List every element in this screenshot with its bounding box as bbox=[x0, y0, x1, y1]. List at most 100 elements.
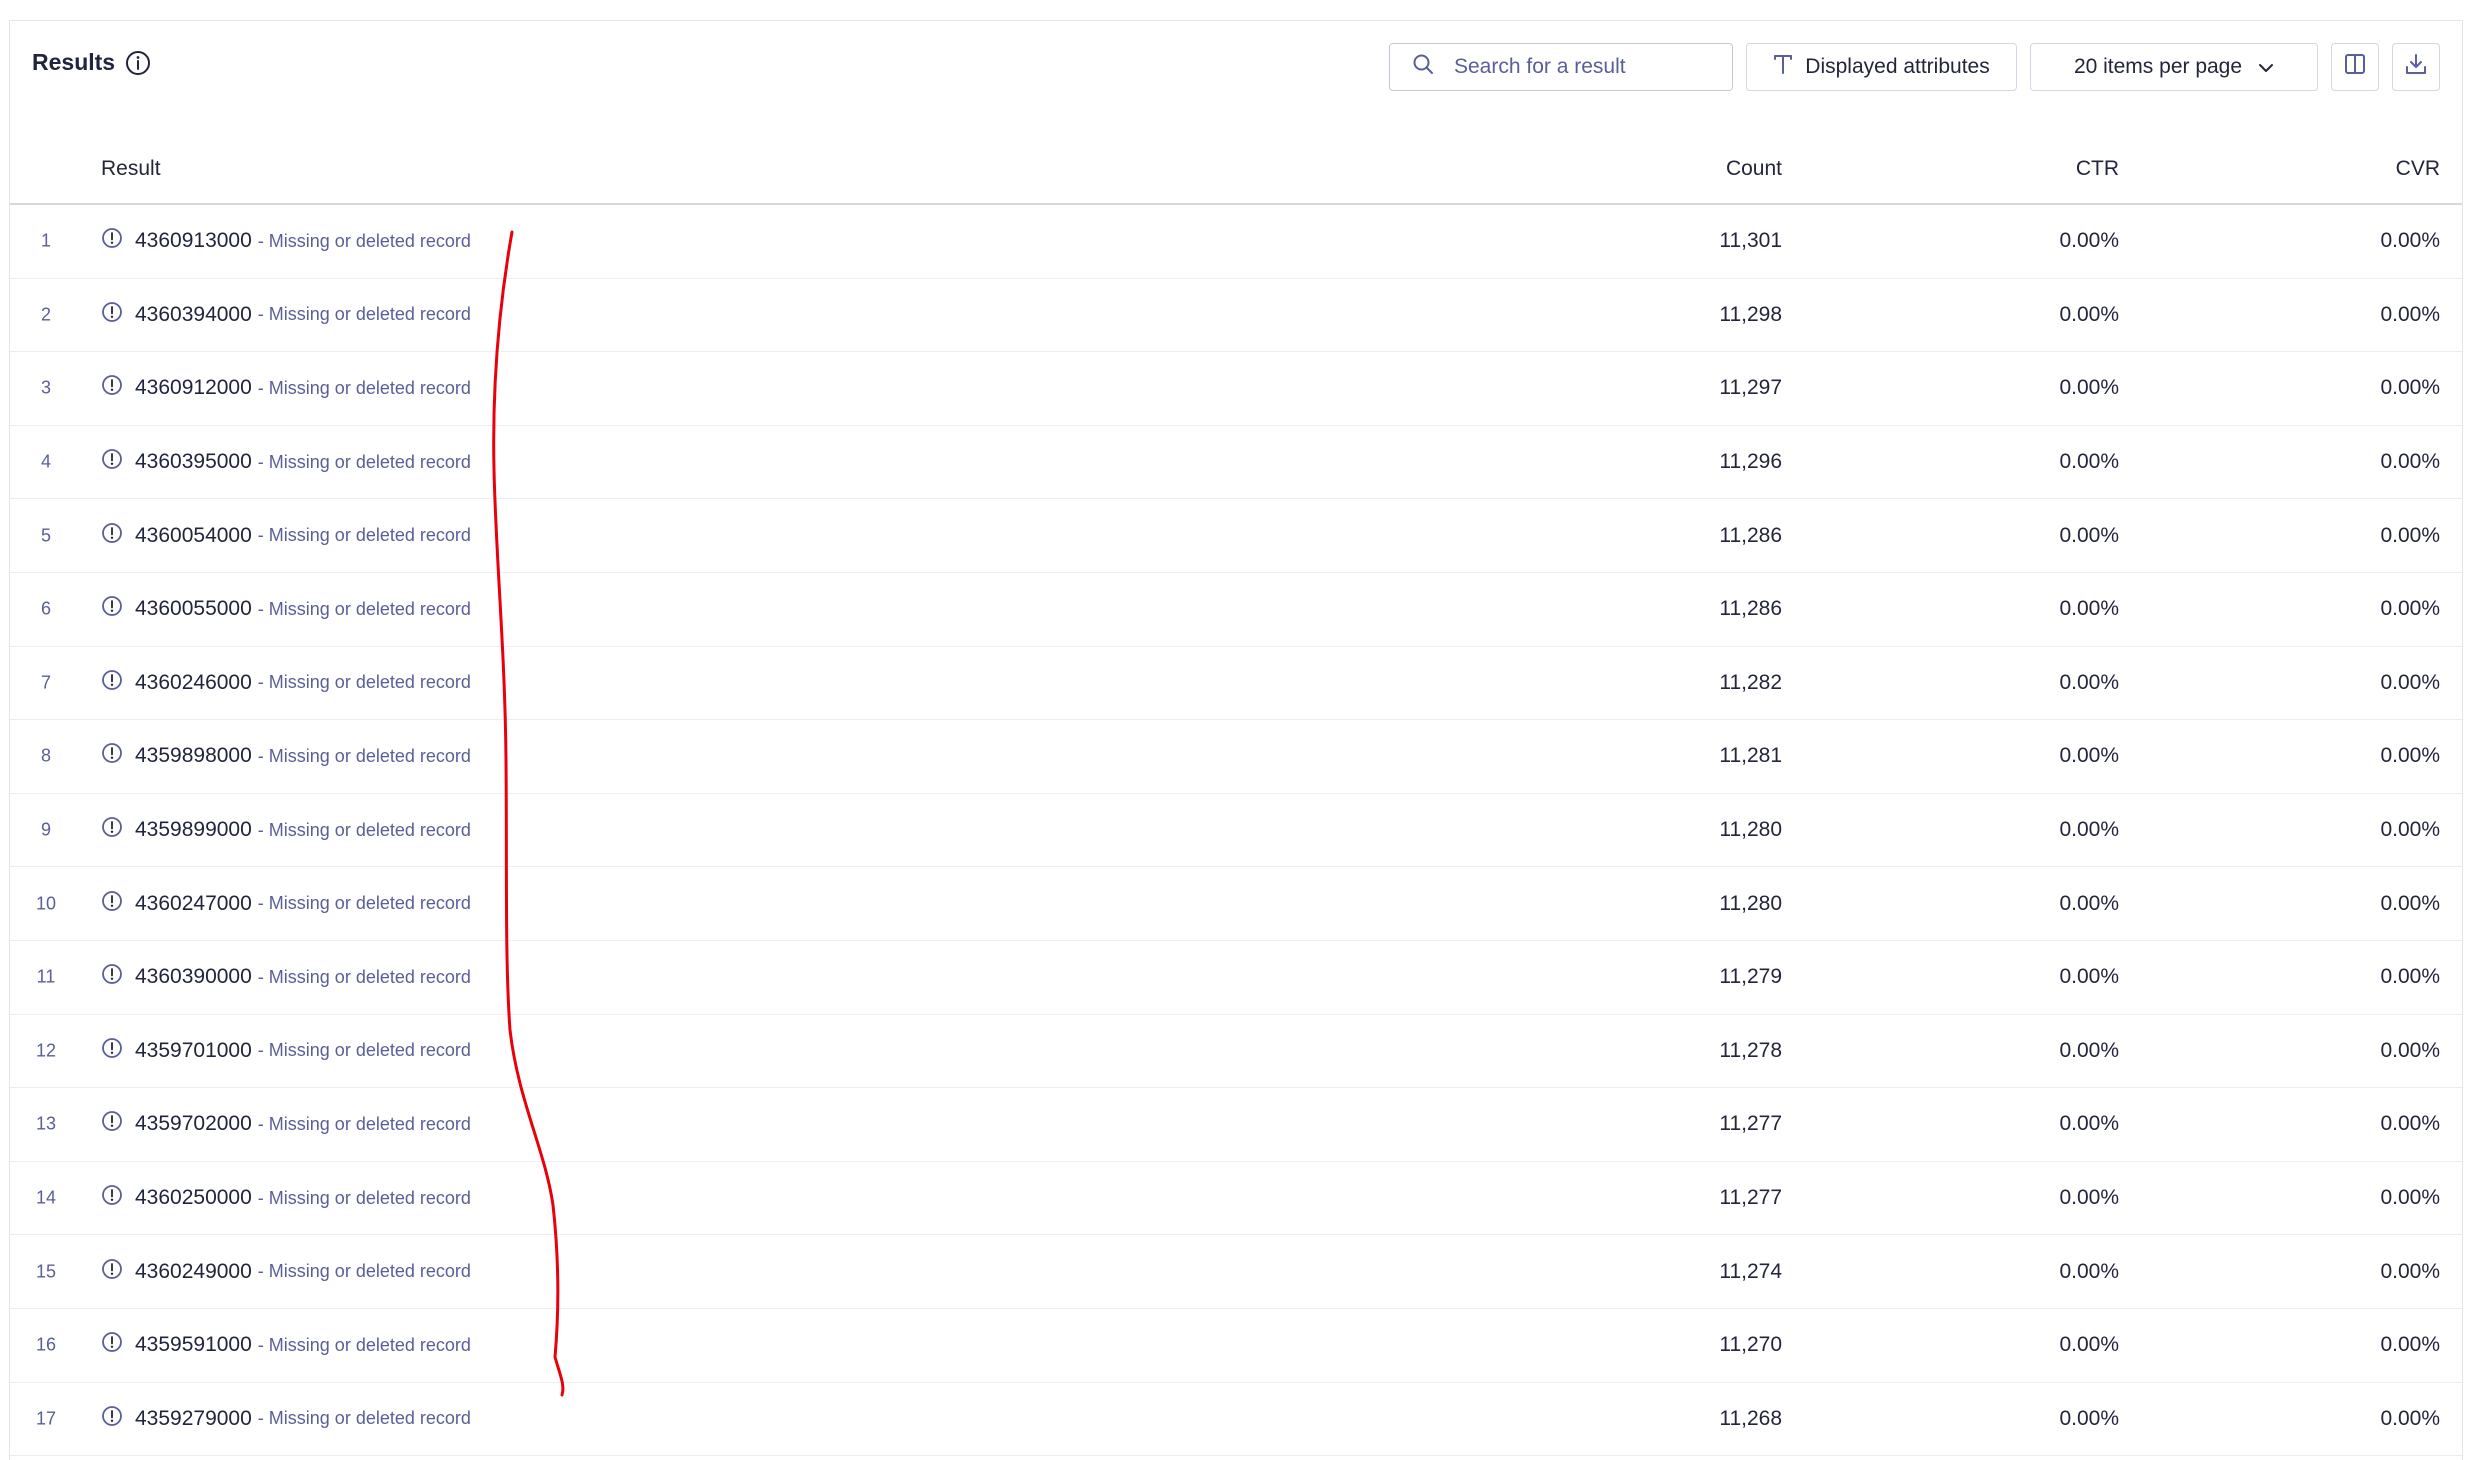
row-ctr: 0.00% bbox=[2059, 597, 2119, 621]
table-row[interactable]: 3 4360912000- Missing or deleted record 11… bbox=[10, 352, 2462, 426]
exclamation-circle-icon bbox=[101, 1405, 123, 1433]
result-id: 4359279000 bbox=[135, 1406, 252, 1430]
row-ctr: 0.00% bbox=[2059, 523, 2119, 547]
row-result[interactable]: 4360394000- Missing or deleted record bbox=[101, 301, 471, 329]
table-row[interactable]: 12 4359701000- Missing or deleted record 1… bbox=[10, 1015, 2462, 1089]
row-result[interactable]: 4360054000- Missing or deleted record bbox=[101, 522, 471, 550]
table-row[interactable]: 14 4360250000- Missing or deleted record 1… bbox=[10, 1162, 2462, 1236]
row-count: 11,270 bbox=[1719, 1333, 1782, 1357]
row-result[interactable]: 4359702000- Missing or deleted record bbox=[101, 1110, 471, 1138]
row-cvr: 0.00% bbox=[2380, 1112, 2440, 1136]
row-result[interactable]: 4360247000- Missing or deleted record bbox=[101, 890, 471, 918]
table-row[interactable]: 10 4360247000- Missing or deleted record 1… bbox=[10, 867, 2462, 941]
column-header-cvr[interactable]: CVR bbox=[2396, 157, 2440, 181]
column-header-ctr[interactable]: CTR bbox=[2076, 157, 2119, 181]
row-cvr: 0.00% bbox=[2380, 1406, 2440, 1430]
row-cvr: 0.00% bbox=[2380, 523, 2440, 547]
row-count: 11,296 bbox=[1719, 450, 1782, 474]
result-note: - Missing or deleted record bbox=[257, 304, 471, 325]
result-note: - Missing or deleted record bbox=[257, 1334, 471, 1355]
result-id: 4360246000 bbox=[135, 670, 252, 694]
row-result[interactable]: 4360390000- Missing or deleted record bbox=[101, 963, 471, 991]
result-id: 4360395000 bbox=[135, 450, 252, 474]
table-row[interactable]: 2 4360394000- Missing or deleted record 11… bbox=[10, 279, 2462, 353]
row-result[interactable]: 4359899000- Missing or deleted record bbox=[101, 816, 471, 844]
result-note: - Missing or deleted record bbox=[257, 672, 471, 693]
items-per-page-label: 20 items per page bbox=[2073, 55, 2243, 78]
row-ctr: 0.00% bbox=[2059, 891, 2119, 915]
info-icon[interactable] bbox=[125, 50, 151, 76]
columns-button[interactable] bbox=[2331, 43, 2379, 91]
exclamation-circle-icon bbox=[101, 669, 123, 697]
table-row[interactable]: 8 4359898000- Missing or deleted record 11… bbox=[10, 720, 2462, 794]
table-row[interactable]: 17 4359279000- Missing or deleted record 1… bbox=[10, 1383, 2462, 1457]
row-rank: 15 bbox=[35, 1261, 57, 1282]
result-note: - Missing or deleted record bbox=[257, 1261, 471, 1282]
table-row[interactable]: 13 4359702000- Missing or deleted record 1… bbox=[10, 1088, 2462, 1162]
row-cvr: 0.00% bbox=[2380, 597, 2440, 621]
row-cvr: 0.00% bbox=[2380, 891, 2440, 915]
row-ctr: 0.00% bbox=[2059, 1333, 2119, 1357]
row-ctr: 0.00% bbox=[2059, 229, 2119, 253]
row-count: 11,297 bbox=[1719, 376, 1782, 400]
result-id: 4359899000 bbox=[135, 818, 252, 842]
result-note: - Missing or deleted record bbox=[257, 893, 471, 914]
results-table-body: 1 4360913000- Missing or deleted record 11… bbox=[10, 205, 2462, 1457]
result-id: 4359702000 bbox=[135, 1112, 252, 1136]
results-panel: Results Search for a result Displayed at… bbox=[9, 20, 2463, 1460]
exclamation-circle-icon bbox=[101, 816, 123, 844]
row-result[interactable]: 4360246000- Missing or deleted record bbox=[101, 669, 471, 697]
row-result[interactable]: 4359591000- Missing or deleted record bbox=[101, 1331, 471, 1359]
table-row[interactable]: 15 4360249000- Missing or deleted record 1… bbox=[10, 1235, 2462, 1309]
displayed-attributes-button[interactable]: Displayed attributes bbox=[1746, 43, 2017, 91]
row-count: 11,286 bbox=[1719, 523, 1782, 547]
table-row[interactable]: 4 4360395000- Missing or deleted record 11… bbox=[10, 426, 2462, 500]
result-id: 4360390000 bbox=[135, 965, 252, 989]
row-result[interactable]: 4360249000- Missing or deleted record bbox=[101, 1258, 471, 1286]
table-row[interactable]: 7 4360246000- Missing or deleted record 11… bbox=[10, 647, 2462, 721]
row-count: 11,277 bbox=[1719, 1112, 1782, 1136]
exclamation-circle-icon bbox=[101, 963, 123, 991]
search-box[interactable] bbox=[1389, 43, 1733, 91]
table-row[interactable]: 6 4360055000- Missing or deleted record 11… bbox=[10, 573, 2462, 647]
row-result[interactable]: 4360912000- Missing or deleted record bbox=[101, 374, 471, 402]
download-button[interactable] bbox=[2392, 43, 2440, 91]
row-rank: 17 bbox=[35, 1408, 57, 1429]
row-count: 11,277 bbox=[1719, 1186, 1782, 1210]
column-header-count[interactable]: Count bbox=[1726, 157, 1782, 181]
table-row[interactable]: 1 4360913000- Missing or deleted record 11… bbox=[10, 205, 2462, 279]
exclamation-circle-icon bbox=[101, 890, 123, 918]
row-rank: 6 bbox=[40, 598, 51, 619]
table-row[interactable]: 16 4359591000- Missing or deleted record 1… bbox=[10, 1309, 2462, 1383]
table-row[interactable]: 9 4359899000- Missing or deleted record 11… bbox=[10, 794, 2462, 868]
row-result[interactable]: 4359898000- Missing or deleted record bbox=[101, 742, 471, 770]
row-cvr: 0.00% bbox=[2380, 1259, 2440, 1283]
result-id: 4360912000 bbox=[135, 376, 252, 400]
row-result[interactable]: 4360055000- Missing or deleted record bbox=[101, 595, 471, 623]
items-per-page-select[interactable]: 20 items per page bbox=[2030, 43, 2318, 91]
row-ctr: 0.00% bbox=[2059, 1406, 2119, 1430]
table-row[interactable]: 11 4360390000- Missing or deleted record 1… bbox=[10, 941, 2462, 1015]
row-result[interactable]: 4359701000- Missing or deleted record bbox=[101, 1037, 471, 1065]
table-row[interactable]: 5 4360054000- Missing or deleted record 11… bbox=[10, 499, 2462, 573]
row-rank: 10 bbox=[35, 893, 57, 914]
row-ctr: 0.00% bbox=[2059, 376, 2119, 400]
exclamation-circle-icon bbox=[101, 1331, 123, 1359]
result-note: - Missing or deleted record bbox=[257, 966, 471, 987]
row-result[interactable]: 4360913000- Missing or deleted record bbox=[101, 227, 471, 255]
result-id: 4360913000 bbox=[135, 229, 252, 253]
row-result[interactable]: 4360395000- Missing or deleted record bbox=[101, 448, 471, 476]
row-ctr: 0.00% bbox=[2059, 1112, 2119, 1136]
result-note: - Missing or deleted record bbox=[257, 1408, 471, 1429]
column-header-result[interactable]: Result bbox=[101, 157, 161, 181]
search-input[interactable] bbox=[1452, 54, 1706, 80]
row-result[interactable]: 4360250000- Missing or deleted record bbox=[101, 1184, 471, 1212]
row-cvr: 0.00% bbox=[2380, 229, 2440, 253]
result-note: - Missing or deleted record bbox=[257, 377, 471, 398]
row-rank: 9 bbox=[40, 819, 51, 840]
exclamation-circle-icon bbox=[101, 1037, 123, 1065]
row-ctr: 0.00% bbox=[2059, 818, 2119, 842]
row-cvr: 0.00% bbox=[2380, 1333, 2440, 1357]
row-cvr: 0.00% bbox=[2380, 302, 2440, 326]
row-result[interactable]: 4359279000- Missing or deleted record bbox=[101, 1405, 471, 1433]
